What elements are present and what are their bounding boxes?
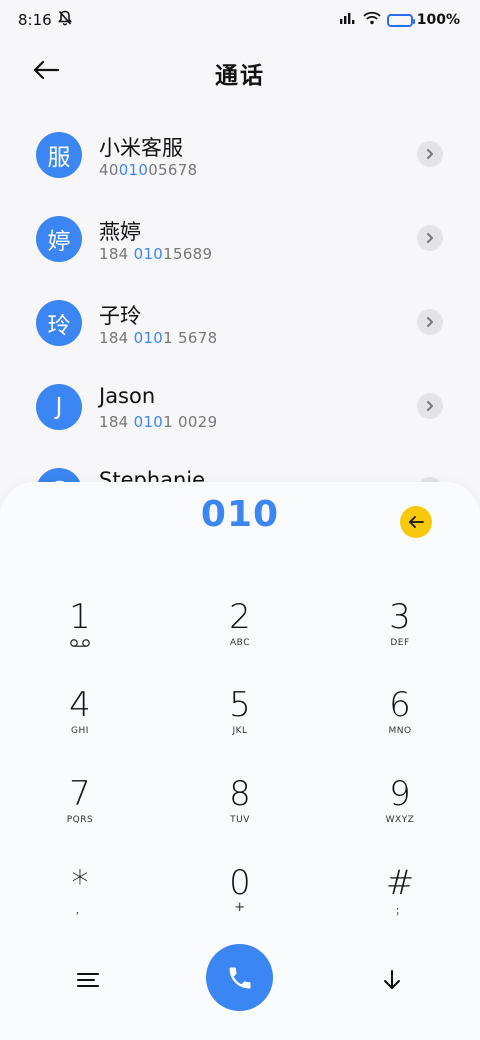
dialpad-bottom-bar <box>0 944 480 1014</box>
key-digit: 0 <box>229 863 251 903</box>
delete-button[interactable] <box>400 506 432 538</box>
arrow-down-icon <box>384 970 400 989</box>
menu-icon <box>77 973 99 987</box>
key-7[interactable]: 7 PQRS <box>20 775 140 855</box>
key-8[interactable]: 8 TUV <box>180 775 300 855</box>
key-letters: MNO <box>388 726 412 736</box>
contact-row[interactable]: 婷 燕婷 184 01015689 <box>0 196 480 280</box>
chevron-right-icon <box>427 317 433 327</box>
status-bar: 8:16 100% <box>0 0 480 40</box>
contact-number: 184 0101 0029 <box>99 413 218 431</box>
contact-detail-button[interactable] <box>417 225 443 251</box>
bell-off-icon <box>57 10 72 30</box>
key-digit: 2 <box>229 597 251 637</box>
contact-detail-button[interactable] <box>417 309 443 335</box>
key-letters: PQRS <box>66 815 94 825</box>
chevron-right-icon <box>427 233 433 243</box>
key-letters: ABC <box>230 638 250 648</box>
contact-name: Jason <box>99 384 156 408</box>
key-3[interactable]: 3 DEF <box>340 598 460 678</box>
chevron-right-icon <box>427 149 433 159</box>
contact-row[interactable]: 玲 子玲 184 0101 5678 <box>0 280 480 364</box>
contact-number: 4001005678 <box>99 161 198 179</box>
backspace-arrow-icon <box>409 516 424 528</box>
contact-detail-button[interactable] <box>417 393 443 419</box>
key-letters: DEF <box>390 638 410 648</box>
key-digit: # <box>385 863 415 903</box>
key-1[interactable]: 1 <box>20 598 140 678</box>
signal-icon <box>339 11 357 29</box>
key-digit: 5 <box>229 685 251 725</box>
battery-indicator: 100% <box>386 12 460 28</box>
battery-icon <box>386 13 415 27</box>
header: 通话 <box>0 40 480 102</box>
key-digit: 6 <box>389 685 411 725</box>
key-0[interactable]: 0 + <box>180 864 300 944</box>
menu-button[interactable] <box>66 962 110 998</box>
key-digit: 9 <box>389 774 411 814</box>
contact-row[interactable]: 服 小米客服 4001005678 <box>0 112 480 196</box>
contact-row[interactable]: J Jason 184 0101 0029 <box>0 364 480 448</box>
phone-icon <box>229 967 250 988</box>
key-digit: 1 <box>69 597 91 637</box>
chevron-right-icon <box>427 401 433 411</box>
avatar: 玲 <box>36 300 82 346</box>
key-6[interactable]: 6 MNO <box>340 686 460 766</box>
key-letters: TUV <box>230 815 250 825</box>
avatar: J <box>36 384 82 430</box>
key-letters: GHI <box>71 726 89 736</box>
contact-list: 服 小米客服 4001005678 婷 燕婷 184 01015689 玲 子玲… <box>0 112 480 492</box>
battery-label: 100% <box>416 12 460 28</box>
key-digit: 7 <box>69 774 91 814</box>
voicemail-icon <box>69 638 91 650</box>
status-time: 8:16 <box>18 11 52 29</box>
key-digit: * <box>71 863 89 903</box>
key-9[interactable]: 9 WXYZ <box>340 775 460 855</box>
key-letters: JKL <box>232 726 248 736</box>
contact-name: 子玲 <box>99 304 141 328</box>
key-letters: WXYZ <box>385 815 415 825</box>
dialpad-sheet: 010 1 2 ABC 3 DEF 4 GHI 5 JKL 6 MNO 7 PQ… <box>0 482 480 1040</box>
key-digit: 3 <box>389 597 411 637</box>
avatar: 婷 <box>36 216 82 262</box>
wifi-icon <box>363 11 381 29</box>
key-4[interactable]: 4 GHI <box>20 686 140 766</box>
key-letters: ； <box>395 907 405 917</box>
contact-detail-button[interactable] <box>417 141 443 167</box>
key-5[interactable]: 5 JKL <box>180 686 300 766</box>
contact-number: 184 01015689 <box>99 245 213 263</box>
key-letters: + <box>234 900 246 915</box>
collapse-dialpad-button[interactable] <box>370 962 414 998</box>
key-digit: 4 <box>69 685 91 725</box>
key-star[interactable]: * ， <box>20 864 140 944</box>
contact-name: 小米客服 <box>99 136 183 160</box>
call-button[interactable] <box>206 944 273 1011</box>
avatar: 服 <box>36 132 82 178</box>
contact-number: 184 0101 5678 <box>99 329 218 347</box>
page-title: 通话 <box>215 63 265 89</box>
status-right: 100% <box>339 11 460 29</box>
key-digit: 8 <box>229 774 251 814</box>
key-hash[interactable]: # ； <box>340 864 460 944</box>
contact-name: 燕婷 <box>99 220 141 244</box>
key-letters: ， <box>75 907 85 917</box>
status-left: 8:16 <box>18 10 72 30</box>
key-2[interactable]: 2 ABC <box>180 598 300 678</box>
